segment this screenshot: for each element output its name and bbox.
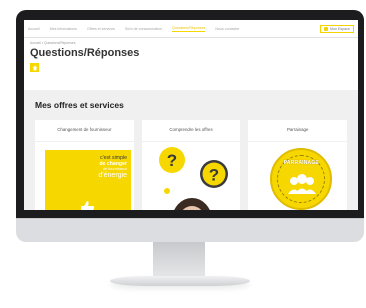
page-header: Accueil • Questions/Réponses Questions/R… [24,38,358,90]
section-title: Mes offres et services [35,100,124,110]
card-title: Parrainage [248,120,348,142]
svg-text:?: ? [208,166,218,185]
nav-item-accueil[interactable]: Accueil [28,27,40,31]
top-navigation: Accueil Mes informations Offres et servi… [24,20,358,38]
monitor-chin [16,218,364,242]
nav-item-consommation[interactable]: Suivi de consommation [125,27,162,31]
card-changement-fournisseur[interactable]: Changement de fournisseur c'est simple d… [35,120,134,210]
parrainage-badge: PARRAINAGE [270,148,333,210]
home-button[interactable] [30,63,39,72]
badge-ring: PARRAINAGE [277,155,326,203]
monitor-stand-foot [110,276,250,286]
promo-line: d'énergie [98,171,127,179]
user-account-label: Mon Espace [330,26,350,31]
question-illustration: ? ? [141,142,241,210]
offers-section: Mes offres et services Changement de fou… [24,90,358,210]
scene: Accueil Mes informations Offres et servi… [0,0,366,308]
card-title: Comprendre les offres [141,120,241,142]
card-comprendre-offres[interactable]: Comprendre les offres ? ? [141,120,241,210]
monitor-screen: Accueil Mes informations Offres et servi… [24,20,358,210]
card-parrainage[interactable]: Parrainage PARRAINAGE [248,120,348,210]
thumbs-up-icon [81,201,95,210]
breadcrumb[interactable]: Accueil • Questions/Réponses [30,41,352,45]
card-title: Changement de fournisseur [35,120,134,142]
monitor-stand-neck [153,242,205,280]
home-icon [32,65,37,70]
svg-text:?: ? [166,151,176,170]
card-image: ? ? [141,142,241,210]
nav-item-informations[interactable]: Mes informations [50,27,77,31]
nav-item-offres[interactable]: Offres et services [87,27,115,31]
card-image: PARRAINAGE [248,142,347,210]
nav-item-contact[interactable]: Nous contacter [215,27,239,31]
nav-item-questions[interactable]: Questions/Réponses [172,26,206,32]
user-icon [324,26,329,31]
page-title: Questions/Réponses [30,47,140,59]
user-account-button[interactable]: Mon Espace [320,24,354,33]
promo-tile: c'est simple de changer de fournisseur d… [45,150,131,210]
people-icon [288,174,317,194]
offer-cards: Changement de fournisseur c'est simple d… [35,120,348,210]
card-image: c'est simple de changer de fournisseur d… [35,142,134,210]
